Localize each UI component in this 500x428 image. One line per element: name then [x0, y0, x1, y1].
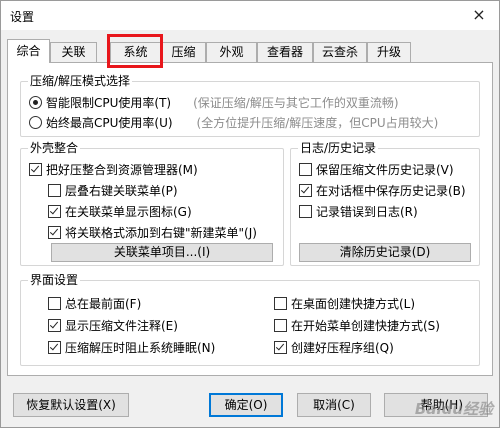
menu-items-button[interactable]: 关联菜单项目...(I) — [51, 243, 273, 262]
checkbox-icon[interactable] — [274, 319, 287, 332]
tab-appearance[interactable]: 外观 — [206, 42, 257, 62]
tab-upgrade[interactable]: 升级 — [367, 42, 411, 62]
checkbox-label: 保留压缩文件历史记录(V) — [316, 163, 454, 177]
group-title: 界面设置 — [28, 273, 81, 287]
clear-history-button[interactable]: 清除历史记录(D) — [299, 243, 471, 262]
checkbox-icon[interactable] — [299, 163, 312, 176]
checkbox-label: 压缩解压时阻止系统睡眠(N) — [65, 341, 216, 355]
group-title: 压缩/解压模式选择 — [28, 74, 133, 88]
checkbox-new-menu[interactable]: 将关联格式添加到右键"新建菜单"(J) — [48, 224, 257, 241]
checkbox-label: 将关联格式添加到右键"新建菜单"(J) — [65, 226, 257, 240]
radio-icon[interactable] — [29, 96, 42, 109]
tab-cloud-scan[interactable]: 云查杀 — [313, 42, 367, 62]
checkbox-icon[interactable] — [48, 319, 61, 332]
checkbox-label: 记录错误到日志(R) — [316, 205, 418, 219]
checkbox-label: 总在最前面(F) — [65, 297, 142, 311]
radio-max-cpu[interactable]: 始终最高CPU使用率(U) (全方位提升压缩/解压速度，但CPU占用较大) — [29, 114, 438, 131]
checkbox-label: 在开始菜单创建快捷方式(S) — [291, 319, 440, 333]
checkbox-label: 在桌面创建快捷方式(L) — [291, 297, 416, 311]
tab-general[interactable]: 综合 — [7, 39, 50, 63]
radio-hint: (保证压缩/解压与其它工作的双重流畅) — [193, 96, 399, 110]
checkbox-label: 创建好压程序组(Q) — [291, 341, 394, 355]
checkbox-label: 把好压整合到资源管理器(M) — [46, 163, 198, 177]
checkbox-icon[interactable] — [274, 341, 287, 354]
tab-association[interactable]: 关联 — [50, 42, 97, 62]
red-highlight-box — [107, 34, 163, 68]
close-icon[interactable]: × — [469, 5, 489, 25]
group-title: 外壳整合 — [28, 141, 81, 155]
radio-label: 始终最高CPU使用率(U) — [46, 116, 173, 130]
title-bar: 设置 × — [1, 1, 499, 30]
checkbox-integrate-explorer[interactable]: 把好压整合到资源管理器(M) — [29, 161, 198, 178]
checkbox-always-on-top[interactable]: 总在最前面(F) — [48, 295, 141, 312]
cancel-button[interactable]: 取消(C) — [297, 393, 371, 417]
checkbox-icon[interactable] — [48, 205, 61, 218]
radio-label: 智能限制CPU使用率(T) — [46, 96, 172, 110]
checkbox-show-comment[interactable]: 显示压缩文件注释(E) — [48, 317, 178, 334]
checkbox-desktop-shortcut[interactable]: 在桌面创建快捷方式(L) — [274, 295, 415, 312]
checkbox-menu-icons[interactable]: 在关联菜单显示图标(G) — [48, 203, 192, 220]
radio-hint: (全方位提升压缩/解压速度，但CPU占用较大) — [196, 116, 439, 130]
checkbox-cascade-menu[interactable]: 层叠右键关联菜单(P) — [48, 182, 178, 199]
ok-button[interactable]: 确定(O) — [209, 393, 283, 417]
group-ui-settings: 界面设置 总在最前面(F) 显示压缩文件注释(E) 压缩解压时阻止系统睡眠(N)… — [20, 273, 480, 366]
checkbox-icon[interactable] — [29, 163, 42, 176]
checkbox-label: 在关联菜单显示图标(G) — [65, 205, 192, 219]
group-log-history: 日志/历史记录 保留压缩文件历史记录(V) 在对话框中保存历史记录(B) 记录错… — [290, 141, 480, 266]
group-compress-mode: 压缩/解压模式选择 智能限制CPU使用率(T) (保证压缩/解压与其它工作的双重… — [20, 74, 480, 137]
checkbox-dialog-history[interactable]: 在对话框中保存历史记录(B) — [299, 182, 466, 199]
settings-window: 设置 × 综合 关联 系统 压缩 外观 查看器 云查杀 升级 压缩/解压模式选择… — [0, 0, 500, 428]
window-title: 设置 — [10, 10, 35, 24]
checkbox-icon[interactable] — [48, 297, 61, 310]
checkbox-icon[interactable] — [299, 184, 312, 197]
checkbox-error-log[interactable]: 记录错误到日志(R) — [299, 203, 418, 220]
checkbox-label: 显示压缩文件注释(E) — [65, 319, 178, 333]
checkbox-icon[interactable] — [48, 226, 61, 239]
baidu-watermark: Baidu经验 — [414, 400, 493, 418]
checkbox-keep-history[interactable]: 保留压缩文件历史记录(V) — [299, 161, 454, 178]
checkbox-label: 层叠右键关联菜单(P) — [65, 184, 178, 198]
radio-smart-cpu[interactable]: 智能限制CPU使用率(T) (保证压缩/解压与其它工作的双重流畅) — [29, 94, 399, 111]
tab-panel: 压缩/解压模式选择 智能限制CPU使用率(T) (保证压缩/解压与其它工作的双重… — [7, 62, 493, 376]
checkbox-label: 在对话框中保存历史记录(B) — [316, 184, 466, 198]
checkbox-startmenu-shortcut[interactable]: 在开始菜单创建快捷方式(S) — [274, 317, 440, 334]
radio-icon[interactable] — [29, 116, 42, 129]
group-shell-integration: 外壳整合 把好压整合到资源管理器(M) 层叠右键关联菜单(P) 在关联菜单显示图… — [20, 141, 284, 266]
tab-viewer[interactable]: 查看器 — [257, 42, 313, 62]
checkbox-icon[interactable] — [299, 205, 312, 218]
checkbox-icon[interactable] — [48, 184, 61, 197]
checkbox-program-group[interactable]: 创建好压程序组(Q) — [274, 339, 394, 356]
reset-defaults-button[interactable]: 恢复默认设置(X) — [13, 393, 129, 417]
checkbox-prevent-sleep[interactable]: 压缩解压时阻止系统睡眠(N) — [48, 339, 215, 356]
checkbox-icon[interactable] — [48, 341, 61, 354]
group-title: 日志/历史记录 — [298, 141, 379, 155]
tab-compress[interactable]: 压缩 — [161, 42, 206, 62]
checkbox-icon[interactable] — [274, 297, 287, 310]
